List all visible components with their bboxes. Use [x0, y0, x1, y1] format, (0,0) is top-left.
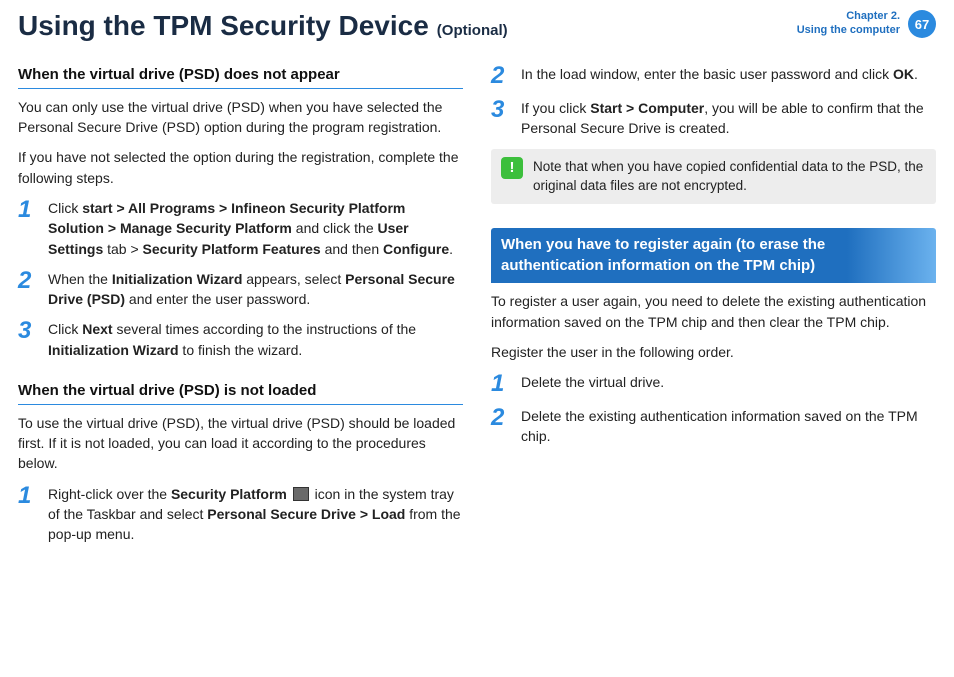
section-banner-register-again: When you have to register again (to eras… — [491, 228, 936, 284]
step-number: 2 — [491, 406, 509, 447]
chapter-line2: Using the computer — [797, 24, 900, 38]
left-column: When the virtual drive (PSD) does not ap… — [18, 64, 463, 555]
paragraph: Register the user in the following order… — [491, 342, 936, 362]
section-heading-psd-not-appear: When the virtual drive (PSD) does not ap… — [18, 64, 463, 89]
step-item: 1 Right-click over the Security Platform… — [18, 484, 463, 545]
page-title: Using the TPM Security Device — [18, 10, 429, 42]
system-tray-icon — [293, 487, 309, 501]
paragraph: You can only use the virtual drive (PSD)… — [18, 97, 463, 138]
step-number: 1 — [491, 372, 509, 396]
step-item: 1 Delete the virtual drive. — [491, 372, 936, 396]
step-item: 3 Click Next several times according to … — [18, 319, 463, 360]
step-item: 2 Delete the existing authentication inf… — [491, 406, 936, 447]
chapter-line1: Chapter 2. — [797, 10, 900, 24]
note-text: Note that when you have copied confident… — [533, 157, 926, 196]
section-heading-psd-not-loaded: When the virtual drive (PSD) is not load… — [18, 380, 463, 405]
step-number: 3 — [18, 319, 36, 360]
step-number: 1 — [18, 484, 36, 545]
step-item: 3 If you click Start > Computer, you wil… — [491, 98, 936, 139]
step-item: 1 Click start > All Programs > Infineon … — [18, 198, 463, 259]
step-item: 2 In the load window, enter the basic us… — [491, 64, 936, 88]
step-number: 1 — [18, 198, 36, 259]
page-number-badge: 67 — [908, 10, 936, 38]
note-callout: ! Note that when you have copied confide… — [491, 149, 936, 204]
chapter-info: Chapter 2. Using the computer 67 — [797, 10, 936, 38]
step-item: 2 When the Initialization Wizard appears… — [18, 269, 463, 310]
step-number: 2 — [18, 269, 36, 310]
page-title-suffix: (Optional) — [437, 22, 508, 39]
paragraph: To use the virtual drive (PSD), the virt… — [18, 413, 463, 474]
step-number: 3 — [491, 98, 509, 139]
paragraph: If you have not selected the option duri… — [18, 147, 463, 188]
step-number: 2 — [491, 64, 509, 88]
alert-icon: ! — [501, 157, 523, 179]
paragraph: To register a user again, you need to de… — [491, 291, 936, 332]
right-column: 2 In the load window, enter the basic us… — [491, 64, 936, 555]
